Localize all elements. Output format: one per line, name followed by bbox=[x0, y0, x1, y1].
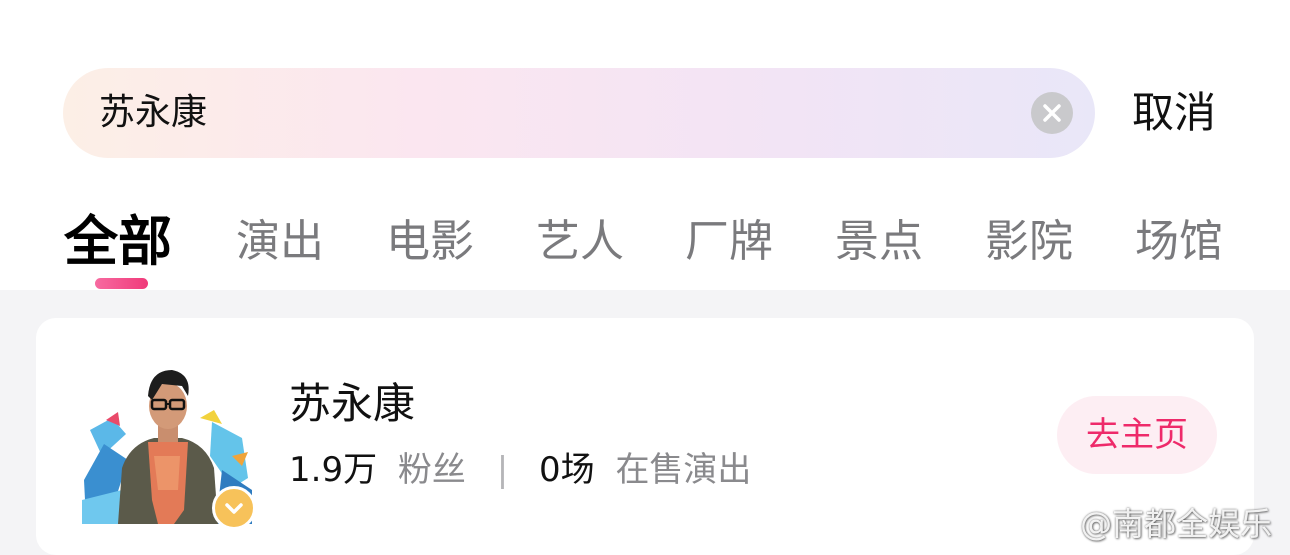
tab-artists[interactable]: 艺人 bbox=[536, 205, 624, 279]
tab-all[interactable]: 全部 bbox=[64, 205, 172, 279]
stats-separator: | bbox=[496, 450, 509, 490]
weibo-icon bbox=[1031, 514, 1067, 541]
category-tabs: 全部 演出 电影 艺人 厂牌 景点 影院 场馆 bbox=[0, 205, 1290, 285]
active-tab-indicator bbox=[95, 278, 148, 289]
cancel-button[interactable]: 取消 bbox=[1132, 68, 1216, 158]
artist-name[interactable]: 苏永康 bbox=[289, 378, 415, 430]
tab-attractions[interactable]: 景点 bbox=[835, 205, 923, 279]
watermark-text: @南都全娱乐 bbox=[1080, 505, 1273, 543]
search-query[interactable]: 苏永康 bbox=[99, 68, 207, 158]
fans-count: 1.9万 bbox=[289, 450, 378, 490]
tab-labels[interactable]: 厂牌 bbox=[685, 205, 773, 279]
tab-cinemas[interactable]: 影院 bbox=[985, 205, 1073, 279]
search-input[interactable]: 苏永康 bbox=[63, 68, 1095, 158]
header-area: 苏永康 取消 全部 演出 电影 艺人 厂牌 景点 影院 场馆 bbox=[0, 0, 1290, 290]
clear-icon[interactable] bbox=[1031, 92, 1073, 134]
shows-count: 0场 bbox=[538, 450, 595, 490]
fans-label: 粉丝 bbox=[397, 450, 466, 490]
verified-badge-icon bbox=[212, 486, 256, 530]
shows-label: 在售演出 bbox=[615, 450, 752, 490]
go-homepage-button[interactable]: 去主页 bbox=[1057, 396, 1217, 474]
tab-venues[interactable]: 场馆 bbox=[1135, 205, 1223, 279]
tab-movies[interactable]: 电影 bbox=[386, 205, 474, 279]
watermark: @南都全娱乐 bbox=[1030, 502, 1272, 546]
tab-shows[interactable]: 演出 bbox=[236, 205, 324, 279]
artist-stats: 1.9万 粉丝 | 0场 在售演出 bbox=[289, 448, 751, 492]
